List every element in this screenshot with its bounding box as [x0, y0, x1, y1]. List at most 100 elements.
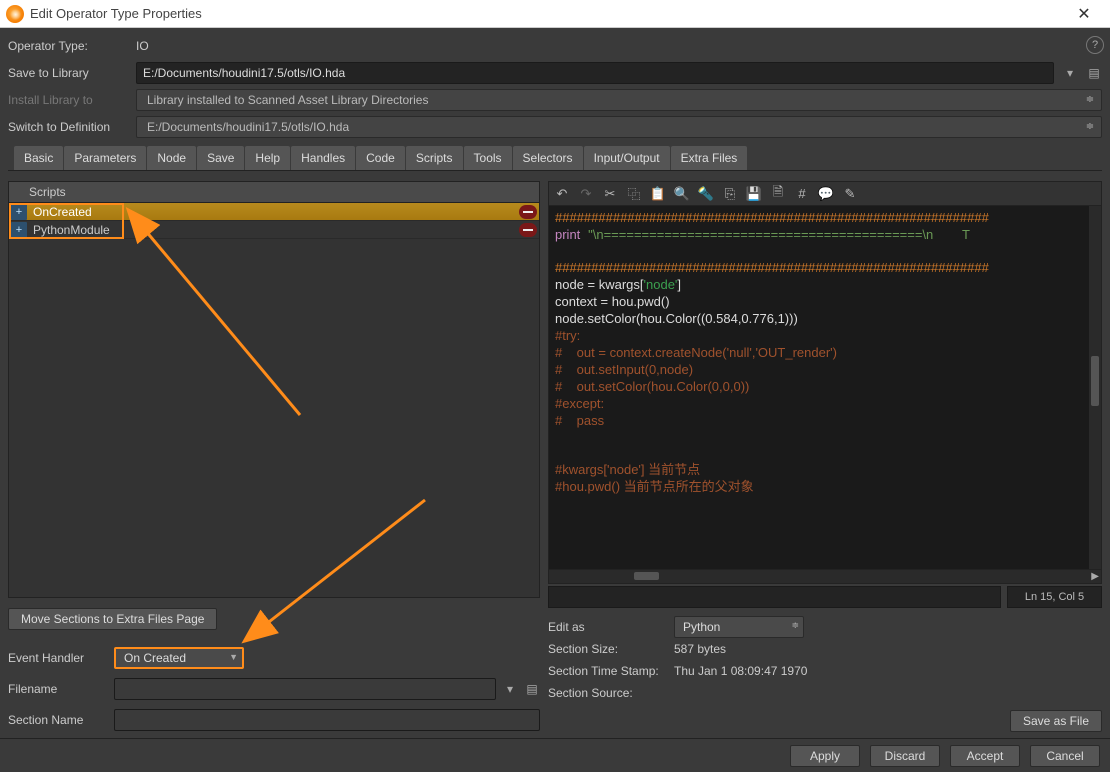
- script-row-pythonmodule[interactable]: + PythonModule: [9, 221, 539, 239]
- code-token-print: print: [555, 227, 580, 242]
- goto-icon[interactable]: ⎘: [721, 185, 739, 203]
- tab-help[interactable]: Help: [245, 146, 290, 170]
- code-line: # out.setInput(0,node): [555, 362, 693, 377]
- section-time-label: Section Time Stamp:: [548, 664, 674, 678]
- save-icon[interactable]: 💾: [745, 185, 763, 203]
- tab-node[interactable]: Node: [147, 146, 196, 170]
- event-handler-combo[interactable]: On Created ▼: [114, 647, 244, 669]
- form-area: ? Operator Type: IO Save to Library ▾ ▤ …: [0, 28, 1110, 171]
- save-to-library-input[interactable]: [136, 62, 1054, 84]
- file-icon[interactable]: 🗎: [769, 185, 787, 203]
- tab-save[interactable]: Save: [197, 146, 244, 170]
- cut-icon[interactable]: ✂: [601, 185, 619, 203]
- operator-type-label: Operator Type:: [8, 39, 128, 53]
- code-line: context = hou.pwd(): [555, 294, 670, 309]
- install-library-to-combo[interactable]: Library installed to Scanned Asset Libra…: [136, 89, 1102, 111]
- section-info: Edit as Python ≑ Section Size: 587 bytes…: [548, 616, 1102, 732]
- help-icon[interactable]: ?: [1086, 36, 1104, 54]
- section-source-label: Section Source:: [548, 686, 674, 700]
- code-token-string: 'node': [644, 277, 678, 292]
- script-row-oncreated[interactable]: + OnCreated: [9, 203, 539, 221]
- tab-tools[interactable]: Tools: [464, 146, 512, 170]
- houdini-logo-icon: [6, 5, 24, 23]
- plus-icon[interactable]: +: [11, 222, 27, 238]
- search-icon[interactable]: 🔍: [673, 185, 691, 203]
- vertical-scrollbar[interactable]: [1089, 206, 1101, 569]
- window-title: Edit Operator Type Properties: [30, 6, 202, 21]
- updown-icon: ≑: [791, 620, 799, 631]
- undo-icon[interactable]: ↶: [553, 185, 571, 203]
- code-line: #try:: [555, 328, 580, 343]
- tab-scripts[interactable]: Scripts: [406, 146, 463, 170]
- tab-bar: Basic Parameters Node Save Help Handles …: [8, 146, 1102, 171]
- browse-file-icon[interactable]: ▤: [1086, 65, 1102, 81]
- tab-handles[interactable]: Handles: [291, 146, 355, 170]
- titlebar: Edit Operator Type Properties ✕: [0, 0, 1110, 28]
- code-line: #kwargs['node'] 当前节点: [555, 462, 700, 477]
- main-area: Scripts + OnCreated + PythonModule Move …: [0, 171, 1110, 769]
- comment-icon[interactable]: 💬: [817, 185, 835, 203]
- right-pane: ↶ ↷ ✂ ⿻ 📋 🔍 🔦 ⎘ 💾 🗎 # 💬 ✎ ##############…: [548, 181, 1102, 765]
- replace-icon[interactable]: 🔦: [697, 185, 715, 203]
- move-sections-button[interactable]: Move Sections to Extra Files Page: [8, 608, 217, 630]
- save-as-file-button[interactable]: Save as File: [1010, 710, 1102, 732]
- left-pane: Scripts + OnCreated + PythonModule Move …: [8, 181, 540, 765]
- code-token-string: "\n=====================================…: [588, 227, 970, 242]
- cancel-button[interactable]: Cancel: [1030, 745, 1100, 767]
- script-name: OnCreated: [29, 205, 519, 219]
- redo-icon[interactable]: ↷: [577, 185, 595, 203]
- paste-icon[interactable]: 📋: [649, 185, 667, 203]
- edit-icon[interactable]: ✎: [841, 185, 859, 203]
- filename-input[interactable]: [114, 678, 496, 700]
- scripts-header: Scripts: [8, 181, 540, 202]
- code-line: #except:: [555, 396, 604, 411]
- delete-icon[interactable]: [519, 223, 537, 237]
- discard-button[interactable]: Discard: [870, 745, 940, 767]
- chevron-down-icon[interactable]: ▾: [1062, 65, 1078, 81]
- section-size-label: Section Size:: [548, 642, 674, 656]
- play-icon[interactable]: ▶: [1091, 571, 1099, 582]
- copy-icon[interactable]: ⿻: [625, 185, 643, 203]
- operator-type-value: IO: [136, 39, 1102, 53]
- code-editor[interactable]: ########################################…: [548, 205, 1102, 570]
- event-handler-value: On Created: [124, 651, 186, 665]
- switch-to-def-combo[interactable]: E:/Documents/houdini17.5/otls/IO.hda ≑: [136, 116, 1102, 138]
- code-line: # out.setColor(hou.Color(0,0,0)): [555, 379, 749, 394]
- edit-as-value: Python: [683, 620, 720, 634]
- browse-file-icon[interactable]: ▤: [524, 681, 540, 697]
- tab-extra-files[interactable]: Extra Files: [671, 146, 748, 170]
- event-handler-label: Event Handler: [8, 651, 108, 665]
- section-name-input[interactable]: [114, 709, 540, 731]
- status-input[interactable]: [548, 586, 1001, 608]
- plus-icon[interactable]: +: [11, 204, 27, 220]
- section-size-value: 587 bytes: [674, 642, 726, 656]
- tab-code[interactable]: Code: [356, 146, 405, 170]
- chevron-down-icon[interactable]: ▾: [502, 681, 518, 697]
- code-toolbar: ↶ ↷ ✂ ⿻ 📋 🔍 🔦 ⎘ 💾 🗎 # 💬 ✎: [548, 181, 1102, 205]
- install-library-to-value: Library installed to Scanned Asset Libra…: [147, 93, 428, 107]
- scripts-list: + OnCreated + PythonModule: [8, 202, 540, 598]
- code-line: #hou.pwd() 当前节点所在的父对象: [555, 479, 754, 494]
- tab-basic[interactable]: Basic: [14, 146, 63, 170]
- code-line: ########################################…: [555, 210, 989, 225]
- tag-icon[interactable]: #: [793, 185, 811, 203]
- script-name: PythonModule: [29, 223, 519, 237]
- accept-button[interactable]: Accept: [950, 745, 1020, 767]
- apply-button[interactable]: Apply: [790, 745, 860, 767]
- delete-icon[interactable]: [519, 205, 537, 219]
- edit-as-combo[interactable]: Python ≑: [674, 616, 804, 638]
- code-line: # pass: [555, 413, 604, 428]
- horizontal-scrollbar[interactable]: ▶: [548, 570, 1102, 584]
- code-line: # out = context.createNode('null','OUT_r…: [555, 345, 837, 360]
- updown-icon: ≑: [1083, 120, 1097, 134]
- dialog-footer: Apply Discard Accept Cancel: [0, 738, 1110, 772]
- tab-input-output[interactable]: Input/Output: [584, 146, 670, 170]
- close-icon[interactable]: ✕: [1064, 4, 1104, 24]
- tab-selectors[interactable]: Selectors: [513, 146, 583, 170]
- section-name-label: Section Name: [8, 713, 108, 727]
- switch-to-def-label: Switch to Definition: [8, 120, 128, 134]
- updown-icon: ≑: [1083, 93, 1097, 107]
- edit-as-label: Edit as: [548, 620, 674, 634]
- install-library-to-label: Install Library to: [8, 93, 128, 107]
- tab-parameters[interactable]: Parameters: [64, 146, 146, 170]
